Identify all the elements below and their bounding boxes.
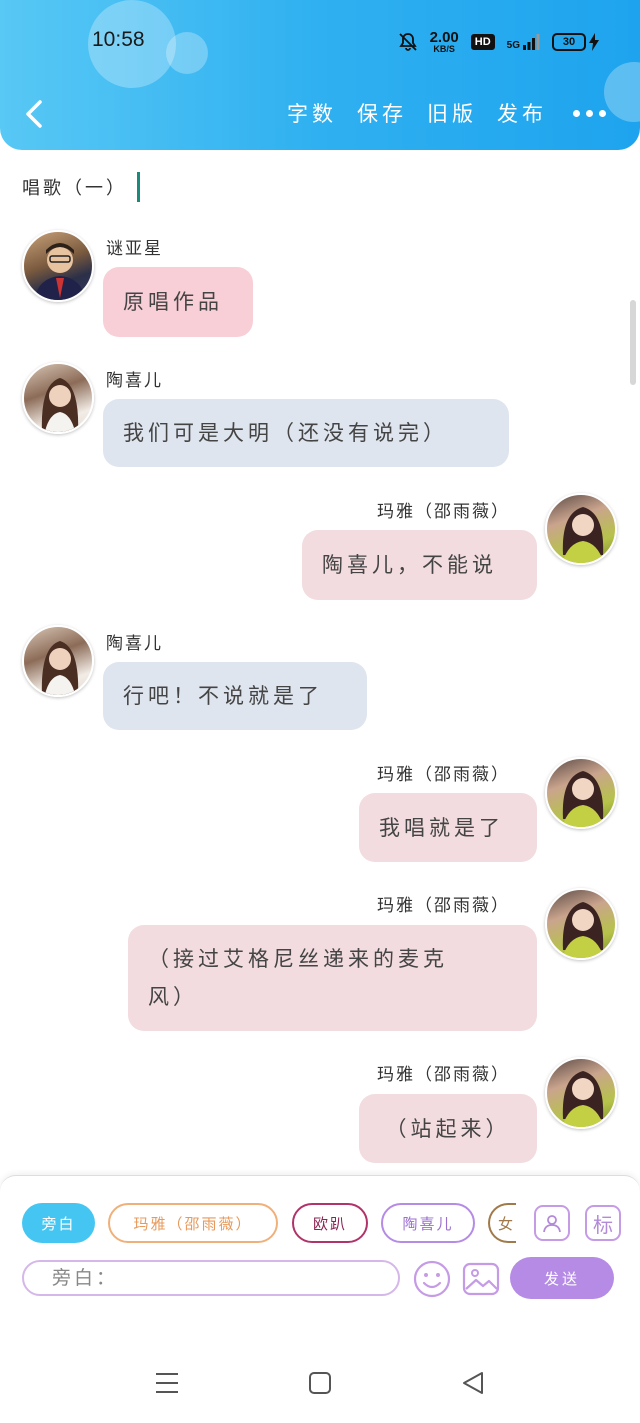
toolbar-actions: 字数 保存 旧版 发布 [287, 98, 606, 128]
publish-button[interactable]: 发布 [497, 98, 547, 128]
document-title[interactable]: 唱歌（一） [22, 172, 140, 202]
old-version-button[interactable]: 旧版 [427, 98, 477, 128]
avatar-woman-icon [41, 378, 79, 432]
role-chip[interactable]: 陶喜儿 [381, 1203, 475, 1243]
avatar[interactable] [22, 362, 94, 434]
menu-lines-icon [156, 1373, 178, 1393]
more-options-icon[interactable] [573, 109, 606, 117]
avatar[interactable] [22, 625, 94, 697]
image-icon [462, 1262, 500, 1296]
top-header: 10:58 2.00 KB/S HD 5G 30 字数 保存 旧版 发布 [0, 0, 640, 150]
avatar[interactable] [545, 1057, 617, 1129]
role-profile-button[interactable] [534, 1205, 570, 1241]
word-count-button[interactable]: 字数 [287, 98, 337, 128]
tag-button[interactable]: 标 [585, 1205, 621, 1241]
message-bubble[interactable]: 陶喜儿，不能说 [302, 530, 537, 600]
message-line: （接过艾格尼丝递来的麦克 [148, 947, 448, 971]
image-button[interactable] [461, 1259, 501, 1303]
sender-name: 玛雅（邵雨薇） [377, 1065, 510, 1085]
role-chip[interactable]: 玛雅（邵雨薇） [108, 1203, 278, 1243]
sender-name: 玛雅（邵雨薇） [377, 502, 510, 522]
send-button[interactable]: 发送 [510, 1257, 614, 1299]
status-bar: 10:58 2.00 KB/S HD 5G 30 [0, 0, 640, 80]
role-chip-partial[interactable]: 女 [488, 1203, 516, 1243]
message-bubble[interactable]: 行吧！不说就是了 [103, 662, 367, 730]
battery-icon: 30 [552, 33, 586, 51]
back-button[interactable] [18, 96, 54, 132]
status-icons: 2.00 KB/S HD 5G 30 [398, 30, 600, 54]
avatar-man-icon [34, 243, 86, 300]
role-chip-active[interactable]: 旁白 [22, 1203, 95, 1243]
avatar[interactable] [545, 888, 617, 960]
input-panel: 旁白 玛雅（邵雨薇） 欧趴 陶喜儿 女 标 旁白： 发送 [0, 1175, 640, 1345]
message-bubble[interactable]: （接过艾格尼丝递来的麦克 风） [128, 925, 537, 1031]
sender-name: 谜亚星 [106, 239, 163, 259]
avatar-woman-icon [562, 1071, 604, 1127]
net-speed: 2.00 KB/S [429, 29, 459, 54]
role-chip[interactable]: 欧趴 [292, 1203, 368, 1243]
status-time: 10:58 [92, 28, 145, 51]
message-bubble[interactable]: 我唱就是了 [359, 793, 537, 862]
message-bubble[interactable]: （站起来） [359, 1094, 537, 1163]
avatar-woman-icon [41, 641, 79, 695]
hd-badge: HD [470, 34, 495, 50]
scrollbar[interactable] [630, 300, 636, 385]
message-input[interactable]: 旁白： [22, 1260, 400, 1296]
home-nav-button[interactable] [308, 1371, 332, 1399]
message-line: 风） [148, 985, 198, 1009]
back-nav-button[interactable] [460, 1370, 486, 1400]
signal-bars-icon [523, 34, 540, 50]
message-bubble[interactable]: 我们可是大明（还没有说完） [103, 399, 509, 467]
mute-bell-icon [398, 33, 417, 51]
triangle-back-icon [463, 1372, 483, 1394]
sender-name: 陶喜儿 [106, 634, 163, 654]
chevron-left-icon [26, 100, 42, 128]
emoji-button[interactable] [412, 1259, 452, 1303]
toolbar: 字数 保存 旧版 发布 [0, 88, 640, 140]
sender-name: 玛雅（邵雨薇） [377, 896, 510, 916]
save-button[interactable]: 保存 [357, 98, 407, 128]
message-bubble[interactable]: 原唱作品 [103, 267, 253, 337]
menu-nav-button[interactable] [154, 1371, 180, 1399]
avatar[interactable] [545, 493, 617, 565]
avatar-woman-icon [562, 507, 604, 563]
avatar[interactable] [22, 230, 94, 302]
sender-name: 陶喜儿 [106, 371, 163, 391]
avatar-woman-icon [562, 771, 604, 827]
avatar[interactable] [545, 757, 617, 829]
text-cursor [137, 172, 140, 202]
smiley-icon [413, 1260, 451, 1298]
charging-icon [589, 33, 599, 51]
person-card-icon [543, 1215, 561, 1233]
square-icon [309, 1372, 331, 1394]
sender-name: 玛雅（邵雨薇） [377, 765, 510, 785]
signal-icon: 5G [507, 33, 540, 51]
avatar-woman-icon [562, 902, 604, 958]
battery-indicator: 30 [552, 32, 600, 52]
system-navigation-bar [0, 1345, 640, 1423]
